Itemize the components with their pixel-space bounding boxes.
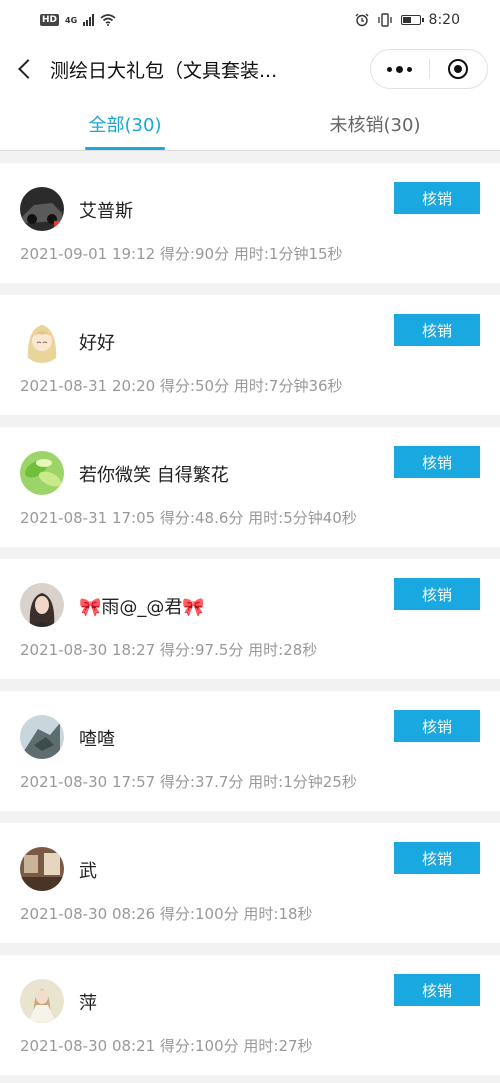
user-name: 喳喳 [79, 729, 115, 750]
verify-button[interactable]: 核销 [394, 578, 480, 610]
tab-bar: 全部(30) 未核销(30) [0, 98, 500, 151]
back-button[interactable] [0, 40, 50, 98]
list-item: 武 2021-08-30 08:26 得分:100分 用时:18秒 核销 [0, 823, 500, 943]
tab-all[interactable]: 全部(30) [0, 98, 250, 150]
dot-icon [396, 65, 404, 73]
record-meta: 2021-08-30 17:57 得分:37.7分 用时:1分钟25秒 [20, 773, 357, 791]
user-name: 好好 [79, 333, 115, 354]
verify-button[interactable]: 核销 [394, 710, 480, 742]
avatar [20, 715, 64, 759]
list-item: 萍 2021-08-30 08:21 得分:100分 用时:27秒 核销 [0, 955, 500, 1075]
user-name: 若你微笑 自得繁花 [79, 465, 229, 486]
dot-icon [387, 66, 393, 72]
avatar [20, 583, 64, 627]
tab-unverified[interactable]: 未核销(30) [250, 98, 500, 150]
record-meta: 2021-08-31 20:20 得分:50分 用时:7分钟36秒 [20, 377, 343, 395]
avatar [20, 979, 64, 1023]
alarm-icon [355, 13, 369, 27]
record-list: 艾普斯 2021-09-01 19:12 得分:90分 用时:1分钟15秒 核销… [0, 151, 500, 1075]
dot-icon [407, 66, 413, 72]
signal-icon [83, 14, 95, 26]
more-button[interactable] [371, 50, 429, 88]
network-type: 4G [65, 15, 78, 25]
battery-icon [400, 15, 424, 25]
vibrate-icon [377, 13, 392, 27]
status-right: 8:20 [355, 12, 460, 28]
status-left: HD 4G [40, 14, 116, 26]
verify-button[interactable]: 核销 [394, 842, 480, 874]
record-meta: 2021-08-30 08:26 得分:100分 用时:18秒 [20, 905, 313, 923]
hd-badge: HD [40, 14, 60, 26]
user-name: 艾普斯 [79, 201, 133, 222]
avatar [20, 847, 64, 891]
record-meta: 2021-08-30 08:21 得分:100分 用时:27秒 [20, 1037, 313, 1055]
avatar [20, 451, 64, 495]
clock: 8:20 [428, 12, 460, 28]
record-meta: 2021-08-30 18:27 得分:97.5分 用时:28秒 [20, 641, 318, 659]
wifi-icon [100, 14, 116, 26]
close-mini-program-button[interactable] [430, 50, 488, 88]
record-meta: 2021-09-01 19:12 得分:90分 用时:1分钟15秒 [20, 245, 343, 263]
user-name: 🎀雨@_@君🎀 [79, 593, 205, 619]
list-item: 若你微笑 自得繁花 2021-08-31 17:05 得分:48.6分 用时:5… [0, 427, 500, 547]
verify-button[interactable]: 核销 [394, 446, 480, 478]
page-title: 测绘日大礼包（文具套装... [50, 59, 278, 82]
avatar [20, 187, 64, 231]
verify-button[interactable]: 核销 [394, 974, 480, 1006]
chevron-left-icon [18, 59, 38, 79]
verify-button[interactable]: 核销 [394, 182, 480, 214]
bow-icon: 🎀 [79, 597, 102, 618]
list-item: 好好 2021-08-31 20:20 得分:50分 用时:7分钟36秒 核销 [0, 295, 500, 415]
nav-bar: 测绘日大礼包（文具套装... [0, 40, 500, 98]
mini-program-capsule [370, 49, 488, 89]
record-meta: 2021-08-31 17:05 得分:48.6分 用时:5分钟40秒 [20, 509, 357, 527]
status-bar: HD 4G 8:20 [0, 0, 500, 40]
verify-button[interactable]: 核销 [394, 314, 480, 346]
user-name: 萍 [79, 993, 97, 1014]
avatar [20, 319, 64, 363]
list-item: 喳喳 2021-08-30 17:57 得分:37.7分 用时:1分钟25秒 核… [0, 691, 500, 811]
user-name-text: 雨@_@君 [101, 597, 183, 618]
target-icon [448, 59, 469, 79]
list-item: 艾普斯 2021-09-01 19:12 得分:90分 用时:1分钟15秒 核销 [0, 163, 500, 283]
bow-icon: 🎀 [182, 597, 205, 618]
list-item: 🎀雨@_@君🎀 2021-08-30 18:27 得分:97.5分 用时:28秒… [0, 559, 500, 679]
user-name: 武 [79, 861, 97, 882]
